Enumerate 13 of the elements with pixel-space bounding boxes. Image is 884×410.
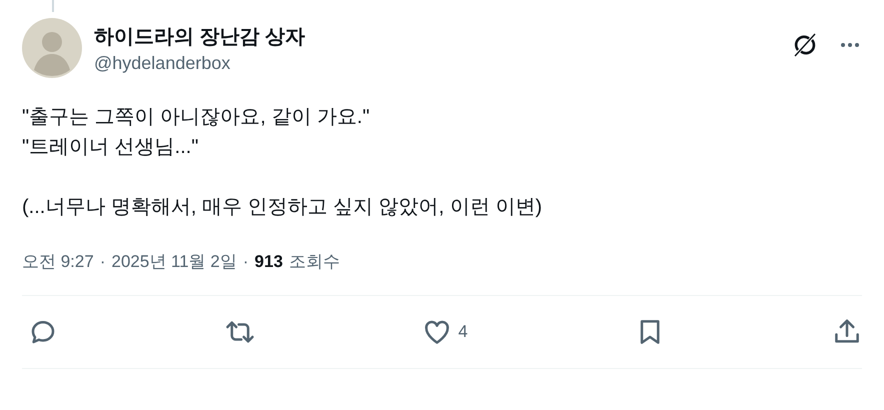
separator: ·	[242, 252, 249, 272]
author-name[interactable]: 하이드라의 장난감 상자	[94, 22, 780, 50]
author-handle[interactable]: @hydelanderbox	[94, 52, 780, 74]
meta-text[interactable]: 조회수	[288, 250, 340, 273]
tweet-text: (...너무나 명확해서, 매우 인정하고 싶지 않았어, 이런 이변)	[22, 195, 543, 220]
meta-text[interactable]: 2025년 11월 2일	[111, 250, 237, 273]
tweet-text: "트레이너 선생님..."	[22, 135, 200, 160]
like-button[interactable]: 4	[422, 317, 468, 347]
tweet-text: "출구는 그쪽이 아니잖아요, 같이 가요."	[22, 105, 371, 130]
meta-text[interactable]: 오전 9:27	[22, 250, 94, 273]
view-count: 913	[254, 252, 283, 272]
slashed-circle-icon[interactable]	[792, 32, 818, 58]
separator: ·	[100, 252, 106, 272]
